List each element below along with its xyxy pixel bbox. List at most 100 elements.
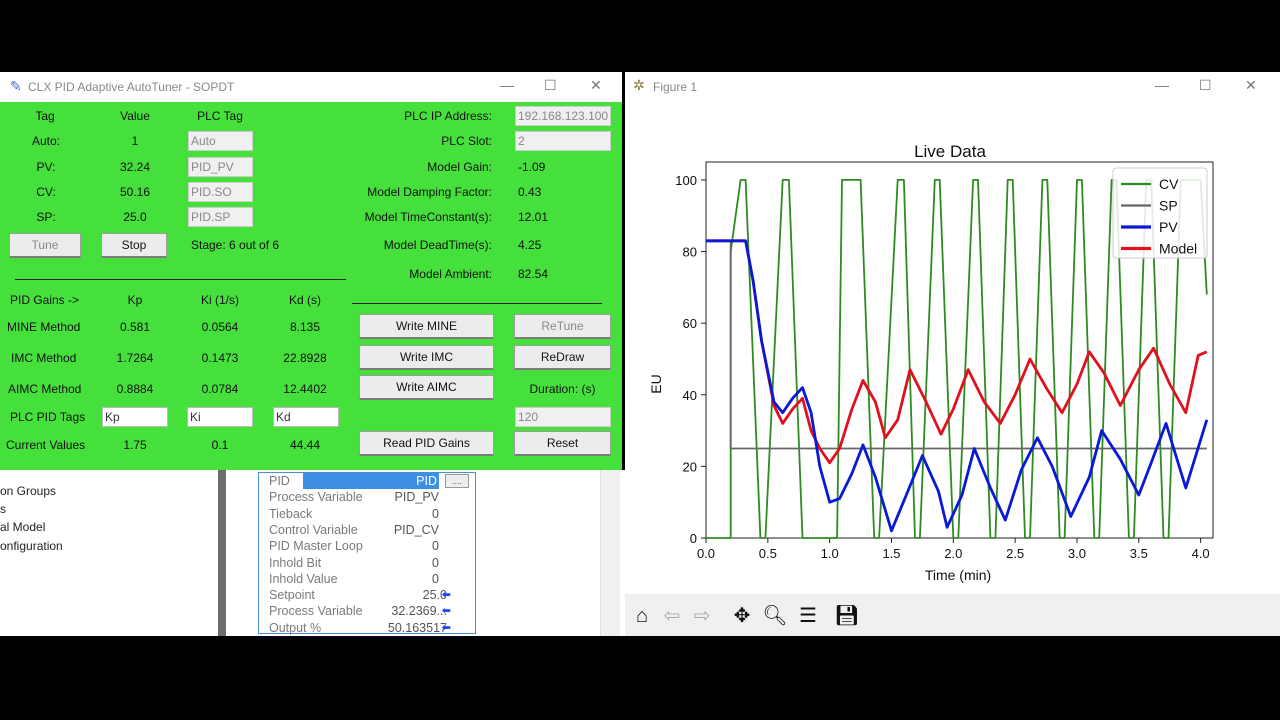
- method-ki: 0.0784: [201, 382, 239, 396]
- prop-value[interactable]: PID_PV: [395, 489, 439, 505]
- chart-title: Live Data: [914, 142, 986, 161]
- method-name: AIMC Method: [8, 382, 82, 396]
- prop-value: 32.2369...: [391, 604, 447, 619]
- tree-item[interactable]: al Model: [0, 520, 45, 534]
- prop-name: PID: [269, 474, 290, 488]
- stop-button[interactable]: Stop: [101, 233, 167, 258]
- method-ki: 0.0564: [201, 320, 239, 334]
- configure-icon[interactable]: ☰: [794, 602, 822, 630]
- kd-tag-input[interactable]: Kd: [273, 407, 339, 427]
- method-name: IMC Method: [11, 351, 77, 365]
- y-tick-label: 60: [683, 316, 697, 331]
- tune-button[interactable]: Tune: [9, 233, 81, 258]
- model-value: -1.09: [518, 160, 546, 174]
- row-value: 50.16: [119, 185, 151, 199]
- sp-tag-input[interactable]: PID.SP: [188, 207, 253, 227]
- scrollbar[interactable]: [600, 470, 620, 636]
- gains-header-ki: Ki (1/s): [200, 293, 239, 307]
- duration-label: Duration: (s): [529, 382, 596, 396]
- figure-toolbar: ⌂ ⇦ ⇨ ✥ 🔍︎ ☰ 💾︎: [625, 594, 1280, 636]
- x-tick-label: 3.5: [1130, 546, 1148, 561]
- method-kd: 8.135: [289, 320, 321, 334]
- redraw-button[interactable]: ReDraw: [514, 345, 611, 370]
- reset-button[interactable]: Reset: [514, 431, 611, 456]
- prop-name: Output %: [269, 620, 322, 635]
- x-tick-label: 3.0: [1068, 546, 1086, 561]
- separator: [352, 303, 602, 304]
- forward-arrow-icon[interactable]: ⇨: [688, 602, 716, 630]
- figure-window: ✲ Figure 1 — ☐ ✕ Live Data 0.0 0.5 1.0 1.5 2…: [625, 72, 1280, 636]
- properties-pane: PID PID .... Process Variable PID_PV Tieb…: [226, 470, 518, 636]
- zoom-icon[interactable]: 🔍︎: [761, 602, 789, 630]
- stage-text: Stage: 6 out of 6: [191, 238, 280, 252]
- cv-tag-input[interactable]: PID.SO: [188, 182, 253, 202]
- model-label: Model Gain:: [427, 160, 492, 174]
- y-tick-label: 40: [683, 388, 697, 403]
- header-plc-tag: PLC Tag: [197, 109, 243, 123]
- prop-name: Tieback: [269, 506, 313, 521]
- method-kp: 0.8884: [116, 382, 154, 396]
- duration-input[interactable]: 120: [515, 407, 611, 427]
- method-kd: 22.8928: [283, 351, 327, 365]
- x-tick-label: 0.0: [697, 546, 715, 561]
- kp-tag-input[interactable]: Kp: [102, 407, 168, 427]
- row-label: SP:: [36, 210, 56, 224]
- plc-ip-input[interactable]: 192.168.123.100: [515, 106, 611, 126]
- header-tag: Tag: [35, 109, 55, 123]
- back-arrow-icon[interactable]: ⇦: [658, 602, 686, 630]
- tree-item[interactable]: onfiguration: [0, 539, 63, 553]
- tree-item[interactable]: on Groups: [0, 484, 56, 498]
- legend-label: Model: [1159, 241, 1197, 257]
- plc-ip-label: PLC IP Address:: [404, 109, 492, 123]
- prop-name: Setpoint: [269, 588, 315, 603]
- minimize-icon[interactable]: —: [1155, 77, 1169, 93]
- row-value: 1: [131, 134, 139, 148]
- autotuner-content: Tag Value PLC Tag Auto: 1 Auto PV: 32.24…: [0, 72, 622, 470]
- prop-value: 50.163517: [387, 620, 447, 635]
- project-tree: on Groups s al Model onfiguration: [0, 470, 218, 636]
- method-ki: 0.1473: [201, 351, 239, 365]
- pane-splitter[interactable]: [218, 470, 226, 636]
- x-tick-label: 1.5: [882, 546, 900, 561]
- close-icon[interactable]: ✕: [1245, 77, 1257, 94]
- legend-label: SP: [1159, 198, 1178, 214]
- matplotlib-icon: ✲: [633, 77, 645, 93]
- maximize-icon[interactable]: ☐: [1199, 77, 1212, 94]
- retune-button[interactable]: ReTune: [514, 314, 611, 339]
- method-kp: 1.7264: [116, 351, 154, 365]
- write-mine-button[interactable]: Write MINE: [359, 314, 494, 339]
- plc-slot-label: PLC Slot:: [441, 134, 492, 148]
- prop-value[interactable]: 0: [432, 555, 439, 571]
- method-name: MINE Method: [7, 320, 81, 334]
- model-value: 0.43: [518, 185, 542, 199]
- left-arrow-icon: ⬅: [441, 605, 451, 618]
- prop-value[interactable]: 0: [432, 571, 439, 587]
- write-aimc-button[interactable]: Write AIMC: [359, 375, 494, 400]
- x-tick-label: 4.0: [1192, 546, 1210, 561]
- current-kp: 1.75: [123, 438, 147, 452]
- plc-slot-input[interactable]: 2: [515, 131, 611, 151]
- auto-tag-input[interactable]: Auto: [188, 131, 253, 151]
- prop-value[interactable]: 0: [432, 506, 439, 522]
- gains-header-kd: Kd (s): [288, 293, 321, 307]
- method-kd: 12.4402: [283, 382, 327, 396]
- pan-icon[interactable]: ✥: [728, 602, 756, 630]
- prop-name: Inhold Value: [269, 571, 338, 586]
- model-label: Model DeadTime(s):: [383, 238, 492, 252]
- save-icon[interactable]: 💾︎: [833, 602, 861, 630]
- tree-item[interactable]: s: [0, 502, 6, 516]
- y-axis-label: EU: [648, 374, 664, 393]
- read-pid-gains-button[interactable]: Read PID Gains: [359, 431, 494, 456]
- figure-title: Figure 1: [653, 80, 698, 94]
- prop-name: Process Variable: [269, 604, 363, 619]
- prop-value[interactable]: 0: [432, 538, 439, 554]
- prop-value[interactable]: PID_CV: [394, 522, 439, 538]
- model-value: 4.25: [518, 238, 542, 252]
- gains-header-label: PID Gains ->: [10, 293, 80, 307]
- ki-tag-input[interactable]: Ki: [187, 407, 253, 427]
- write-imc-button[interactable]: Write IMC: [359, 345, 494, 370]
- home-icon[interactable]: ⌂: [628, 602, 656, 630]
- row-value: 32.24: [119, 160, 151, 174]
- pid-browse-button[interactable]: ....: [445, 474, 469, 488]
- pv-tag-input[interactable]: PID_PV: [188, 157, 253, 177]
